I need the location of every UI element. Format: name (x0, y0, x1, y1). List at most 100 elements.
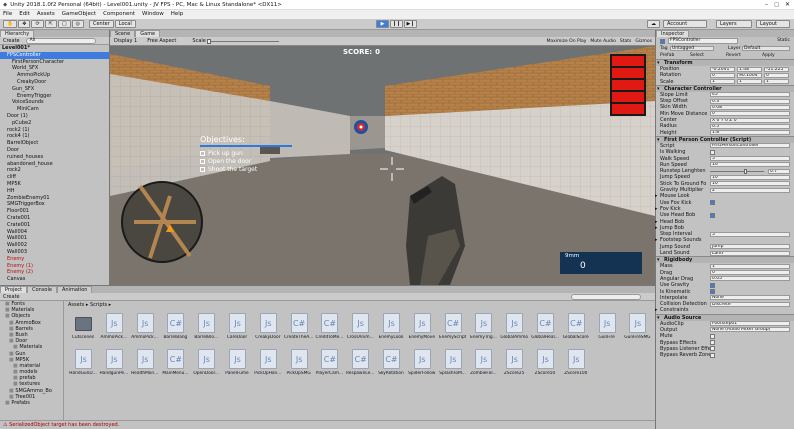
asset-item[interactable]: Js OpenDoor... (193, 347, 219, 377)
field-value[interactable]: 10 (710, 174, 790, 180)
asset-item[interactable]: Js CareDoor (224, 311, 250, 341)
field-value[interactable]: 10 (710, 181, 790, 187)
field-value[interactable]: None (710, 295, 790, 301)
field-value[interactable]: 5 (710, 156, 790, 162)
tab-animation[interactable]: Animation (56, 286, 93, 293)
collab-cloud-icon[interactable]: ☁ (647, 20, 660, 28)
asset-item[interactable]: Js HandgunPe... (99, 347, 128, 377)
asset-item[interactable]: C# CreditToMe... (315, 311, 343, 341)
transform-z-field[interactable]: 0 (764, 72, 789, 78)
asset-item[interactable]: Js EnemyLook (378, 311, 404, 341)
hierarchy-item[interactable]: FirstPersonCharacter (0, 59, 109, 66)
hierarchy-item[interactable]: Crate001 (0, 222, 109, 229)
display-dropdown[interactable]: Display 1 (114, 38, 137, 44)
field-checkbox[interactable] (710, 340, 715, 346)
asset-item[interactable]: C# CreateTheA... (284, 311, 313, 341)
transform-x-field[interactable]: 1 (710, 79, 735, 85)
component-header[interactable]: ▾ Rigidbody (656, 256, 794, 264)
asset-item[interactable]: Js ZScore25 (501, 347, 527, 377)
hierarchy-item[interactable]: Enemy (0, 256, 109, 263)
field-value[interactable]: 5 (710, 231, 790, 237)
field-value[interactable]: 45 (710, 92, 790, 98)
field-checkbox[interactable] (710, 289, 715, 294)
hierarchy-item[interactable]: Enemy (1) (0, 263, 109, 270)
hierarchy-item[interactable]: ruined_houses (0, 154, 109, 161)
close-icon[interactable]: ✕ (785, 0, 790, 10)
gizmos-dropdown[interactable]: Gizmos (635, 39, 652, 44)
component-header[interactable]: ▾ Transform (656, 59, 794, 66)
hierarchy-item[interactable]: Door (1) (0, 113, 109, 120)
hierarchy-item[interactable]: abandoned_house (0, 161, 109, 168)
hierarchy-item[interactable]: World_SFX (0, 65, 109, 72)
field-checkbox[interactable] (710, 333, 715, 339)
menu-gameobject[interactable]: GameObject (62, 10, 96, 19)
hierarchy-item[interactable]: Canvas (0, 276, 109, 283)
hierarchy-item[interactable]: EnemyTrigger (0, 93, 109, 100)
menu-assets[interactable]: Assets (37, 10, 55, 19)
field-value[interactable]: 1.8 (710, 130, 790, 136)
field-value[interactable]: 0.3 (710, 98, 790, 104)
hierarchy-item[interactable]: Enemy (2) (0, 269, 109, 276)
asset-item[interactable]: Js GlobalAmmo (500, 311, 528, 341)
hierarchy-item[interactable]: pCube2 (0, 120, 109, 127)
maximize-on-play-toggle[interactable]: Maximize On Play (546, 39, 586, 44)
hierarchy-item[interactable]: ZombieEnemy01 (0, 195, 109, 202)
asset-item[interactable]: Cutscenes (70, 311, 96, 341)
menu-edit[interactable]: Edit (19, 10, 30, 19)
field-value[interactable]: X 0 Y 0 Z 0 (710, 117, 790, 123)
project-create-button[interactable]: Create (3, 294, 20, 300)
asset-item[interactable]: Js BarrelBlo... (193, 311, 219, 341)
field-value[interactable]: Discrete (710, 301, 790, 307)
transform-y-field[interactable]: 90.1004 (737, 72, 762, 78)
asset-item[interactable]: Js CreakyDoor (255, 311, 281, 341)
component-header[interactable]: ▾ First Person Controller (Script) (656, 135, 794, 143)
asset-item[interactable]: Js SpiderFollow (408, 347, 435, 377)
hierarchy-item[interactable]: Level001* (0, 45, 109, 52)
transform-x-field[interactable]: 0 (710, 72, 735, 78)
transform-tool-icon[interactable]: ◎ (71, 20, 84, 28)
field-checkbox[interactable] (710, 282, 715, 288)
asset-item[interactable]: C# SkyRotation (378, 347, 404, 377)
hierarchy-tab[interactable]: Hierarchy (0, 30, 35, 37)
step-button[interactable]: ▶❙ (404, 20, 417, 28)
field-value[interactable]: Land (710, 250, 790, 256)
hierarchy-item[interactable]: Gun_SFX (0, 86, 109, 93)
space-toggle[interactable]: Local (114, 20, 136, 28)
field-slider[interactable] (710, 169, 764, 175)
layer-dropdown[interactable]: Default (742, 45, 790, 51)
asset-item[interactable]: Js HandGunD... (69, 347, 97, 377)
hierarchy-item[interactable]: rock2 (1) (0, 127, 109, 134)
asset-item[interactable]: Js SplashToM... (439, 347, 466, 377)
hierarchy-item[interactable]: rock4 (1) (0, 133, 109, 140)
stats-toggle[interactable]: Stats (620, 39, 632, 44)
hierarchy-search-input[interactable]: All (25, 37, 96, 44)
field-checkbox[interactable] (710, 346, 715, 352)
hand-tool-icon[interactable]: ✋ (3, 20, 18, 28)
hierarchy-item[interactable]: VoiceSounds (0, 99, 109, 106)
transform-y-field[interactable]: 1.48 (737, 66, 762, 72)
prefab-select-button[interactable]: Select (690, 53, 704, 58)
field-checkbox[interactable] (710, 149, 715, 155)
transform-x-field[interactable]: -0.2041 (710, 66, 735, 72)
hierarchy-item[interactable]: BarrelObject (0, 140, 109, 147)
layers-dropdown[interactable]: Layers (716, 20, 752, 28)
rect-tool-icon[interactable]: □ (57, 20, 71, 28)
field-value[interactable]: FirstPersonController (710, 143, 790, 149)
menu-window[interactable]: Window (142, 10, 164, 19)
menu-help[interactable]: Help (171, 10, 184, 19)
hierarchy-item[interactable]: CreakyDoor (0, 79, 109, 86)
hierarchy-item[interactable]: rock2 (0, 167, 109, 174)
project-folder-item[interactable]: ■ Prefabs (0, 400, 63, 406)
asset-item[interactable]: Js PickUpHan... (254, 347, 281, 377)
transform-y-field[interactable]: 1 (737, 79, 762, 85)
hierarchy-item[interactable]: Wall004 (0, 229, 109, 236)
pivot-toggle[interactable]: Center (88, 20, 114, 28)
game-viewport[interactable]: SCORE: 0 Objectives: Pick up gun Open the… (110, 46, 655, 285)
asset-item[interactable]: C# MainMenu... (162, 347, 188, 377)
pause-button[interactable]: ❙❙ (390, 20, 403, 28)
scale-slider[interactable] (206, 38, 279, 44)
tab-scene[interactable]: Scene (110, 30, 136, 37)
field-value[interactable]: 1 (710, 263, 790, 269)
field-value[interactable]: None (Audio Mixer Group) (710, 327, 790, 333)
field-value[interactable]: 2 (710, 187, 790, 193)
